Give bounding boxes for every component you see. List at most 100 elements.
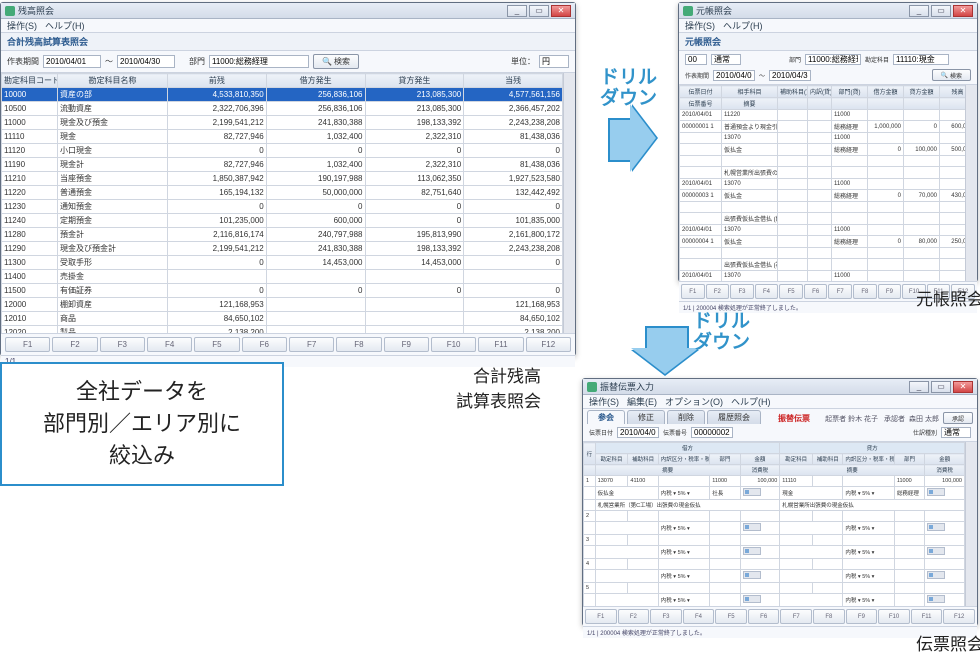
fkey-F10[interactable]: F10 <box>878 609 910 624</box>
titlebar[interactable]: 残高照会 _ ▭ ✕ <box>1 3 575 19</box>
maximize-button[interactable]: ▭ <box>529 5 549 17</box>
column-header[interactable]: 貸方発生 <box>365 74 464 88</box>
close-button[interactable]: ✕ <box>551 5 571 17</box>
approve-button[interactable]: 承認 <box>943 412 973 424</box>
search-button[interactable]: 🔍検索 <box>932 69 972 81</box>
fkey-F2[interactable]: F2 <box>618 609 650 624</box>
fkey-F9[interactable]: F9 <box>878 284 902 299</box>
slip-row[interactable]: 5 <box>584 583 965 594</box>
column-header[interactable]: 勘定科目名称 <box>58 74 168 88</box>
fkey-F4[interactable]: F4 <box>683 609 715 624</box>
table-row[interactable]: 11120小口現金0000 <box>2 144 563 158</box>
fkey-F10[interactable]: F10 <box>431 337 476 352</box>
fkey-F7[interactable]: F7 <box>780 609 812 624</box>
minimize-button[interactable]: _ <box>909 5 929 17</box>
ledger-row[interactable]: 出張費仮払金借払 (福岡営業所) <box>680 259 966 271</box>
fkey-F2[interactable]: F2 <box>52 337 97 352</box>
tab-delete[interactable]: 削除 <box>667 410 705 424</box>
close-button[interactable]: ✕ <box>953 381 973 393</box>
table-row[interactable]: 12000棚卸資産121,168,953121,168,953 <box>2 298 563 312</box>
menu-item[interactable]: 操作(S) <box>685 19 715 32</box>
date-to-input[interactable] <box>117 55 175 68</box>
minimize-button[interactable]: _ <box>507 5 527 17</box>
search-button[interactable]: 🔍検索 <box>313 54 359 69</box>
menu-item[interactable]: ヘルプ(H) <box>731 395 771 408</box>
scrollbar[interactable] <box>965 85 977 281</box>
fkey-F9[interactable]: F9 <box>384 337 429 352</box>
table-row[interactable]: 11240定期預金101,235,000600,0000101,835,000 <box>2 214 563 228</box>
fkey-F11[interactable]: F11 <box>478 337 523 352</box>
slip-row-sub[interactable]: 内税 ▾ 5% ▾内税 ▾ 5% ▾ <box>584 570 965 583</box>
maximize-button[interactable]: ▭ <box>931 5 951 17</box>
fkey-F6[interactable]: F6 <box>748 609 780 624</box>
menu-item[interactable]: 操作(S) <box>589 395 619 408</box>
menu-item[interactable]: ヘルプ(H) <box>45 19 85 32</box>
fkey-F7[interactable]: F7 <box>828 284 852 299</box>
slip-row[interactable]: 4 <box>584 559 965 570</box>
slip-row[interactable]: 3 <box>584 535 965 546</box>
fkey-F4[interactable]: F4 <box>147 337 192 352</box>
fkey-F5[interactable]: F5 <box>779 284 803 299</box>
fkey-F3[interactable]: F3 <box>650 609 682 624</box>
table-row[interactable]: 10500流動資産2,322,706,396256,836,106213,085… <box>2 102 563 116</box>
scrollbar[interactable] <box>965 442 977 606</box>
table-row[interactable]: 11190現金計82,727,9461,032,4002,322,31081,4… <box>2 158 563 172</box>
ledger-row[interactable]: 00000003 1仮払金総務経理070,000430,000 <box>680 190 966 202</box>
slip-type-select[interactable] <box>941 427 971 438</box>
fkey-F12[interactable]: F12 <box>526 337 571 352</box>
date-from-input[interactable] <box>43 55 101 68</box>
column-header[interactable]: 当残 <box>464 74 563 88</box>
normal-select[interactable] <box>711 54 741 65</box>
tab-view[interactable]: 参会 <box>587 410 625 424</box>
titlebar[interactable]: 振替伝票入力 _ ▭ ✕ <box>583 379 977 395</box>
fkey-F12[interactable]: F12 <box>943 609 975 624</box>
fkey-F3[interactable]: F3 <box>100 337 145 352</box>
table-row[interactable]: 11230通知預金0000 <box>2 200 563 214</box>
ledger-row[interactable] <box>680 248 966 259</box>
fkey-F6[interactable]: F6 <box>242 337 287 352</box>
dept-select[interactable] <box>805 54 861 65</box>
minimize-button[interactable]: _ <box>909 381 929 393</box>
slip-no-input[interactable] <box>691 427 733 438</box>
table-row[interactable]: 12010商品84,650,10284,650,102 <box>2 312 563 326</box>
menu-item[interactable]: ヘルプ(H) <box>723 19 763 32</box>
fkey-F1[interactable]: F1 <box>5 337 50 352</box>
ledger-row[interactable]: 出張費仮払金借払 (総務経理) <box>680 213 966 225</box>
close-button[interactable]: ✕ <box>953 5 973 17</box>
date-to-input[interactable] <box>769 70 811 81</box>
table-row[interactable]: 11220普通預金165,194,13250,000,00082,751,640… <box>2 186 563 200</box>
table-row[interactable]: 11300受取手形014,453,00014,453,0000 <box>2 256 563 270</box>
tab-history[interactable]: 履歴照会 <box>707 410 761 424</box>
menu-item[interactable]: オプション(O) <box>665 395 723 408</box>
ledger-row[interactable]: 2010/04/011122011000 <box>680 110 966 121</box>
date-from-input[interactable] <box>713 70 755 81</box>
fkey-F9[interactable]: F9 <box>846 609 878 624</box>
fkey-F6[interactable]: F6 <box>804 284 828 299</box>
table-row[interactable]: 11280預金計2,116,816,174240,797,988195,813,… <box>2 228 563 242</box>
column-header[interactable]: 前残 <box>168 74 267 88</box>
table-row[interactable]: 11000現金及び預金2,199,541,212241,830,388198,1… <box>2 116 563 130</box>
maximize-button[interactable]: ▭ <box>931 381 951 393</box>
column-header[interactable]: 借方発生 <box>266 74 365 88</box>
slip-date-input[interactable] <box>617 427 659 438</box>
menu-item[interactable]: 編集(E) <box>627 395 657 408</box>
slip-row[interactable]: 2 <box>584 511 965 522</box>
table-row[interactable]: 11500有価証券0000 <box>2 284 563 298</box>
slip-row[interactable]: 1130704110011000100,0001111011000100,000 <box>584 476 965 487</box>
ledger-row[interactable]: 仮払金総務経理0100,000500,000 <box>680 144 966 156</box>
fkey-F5[interactable]: F5 <box>715 609 747 624</box>
scrollbar[interactable] <box>563 73 575 333</box>
fkey-F3[interactable]: F3 <box>730 284 754 299</box>
tab-edit[interactable]: 修正 <box>627 410 665 424</box>
table-row[interactable]: 12020製品2,138,2002,138,200 <box>2 326 563 334</box>
table-row[interactable]: 11400売掛金 <box>2 270 563 284</box>
fkey-F7[interactable]: F7 <box>289 337 334 352</box>
fkey-F2[interactable]: F2 <box>706 284 730 299</box>
table-row[interactable]: 11290現金及び預金計2,199,541,212241,830,388198,… <box>2 242 563 256</box>
fkey-F1[interactable]: F1 <box>681 284 705 299</box>
slip-row-sub[interactable]: 内税 ▾ 5% ▾内税 ▾ 5% ▾ <box>584 546 965 559</box>
ledger-row[interactable]: 1307011000 <box>680 133 966 144</box>
table-row[interactable]: 10000資産の部4,533,810,350256,836,106213,085… <box>2 88 563 102</box>
fkey-F4[interactable]: F4 <box>755 284 779 299</box>
slip-row-sub[interactable]: 内税 ▾ 5% ▾内税 ▾ 5% ▾ <box>584 522 965 535</box>
